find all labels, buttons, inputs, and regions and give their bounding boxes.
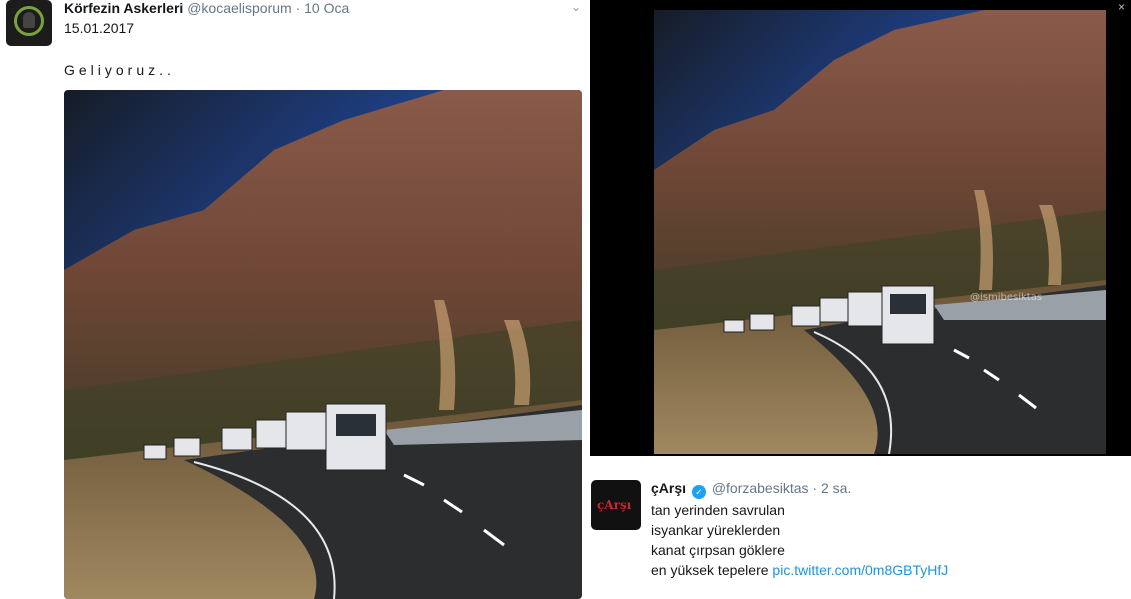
avatar-logo-text: çArşı [597,498,632,512]
tweet-text: Geliyoruz.. [64,62,175,78]
tweet-line: en yüksek tepelere pic.twitter.com/0m8GB… [651,560,948,580]
tweet-photo-link[interactable]: pic.twitter.com/0m8GBTyHfJ [772,562,948,578]
verified-badge-icon: ✓ [691,485,706,499]
avatar[interactable] [6,0,52,46]
close-icon[interactable]: × [1118,0,1125,14]
tweet-line: kanat çırpsan göklere [651,542,785,558]
bus-convoy-photo-cropped[interactable] [654,10,1106,454]
tweet-photo[interactable] [64,90,582,599]
tweet-header: çArşı ✓ @forzabesiktas · 2 sa. [651,480,852,499]
tweet-line-text: en yüksek tepelere [651,562,769,578]
image-lightbox: × @ismibesiktas [590,0,1131,456]
watermark-text: @ismibesiktas [970,292,1043,303]
tweet-time[interactable]: 2 sa. [821,480,851,496]
tweet-time[interactable]: 10 Oca [304,0,349,16]
chevron-down-icon[interactable]: ⌄ [571,0,581,14]
tweet-line: isyankar yüreklerden [651,522,781,538]
bus-convoy-photo [64,90,582,599]
author-name[interactable]: çArşı [651,480,686,496]
tweet-line: tan yerinden savrulan [651,502,785,518]
tweet-date-text: 15.01.2017 [64,20,135,36]
author-name[interactable]: Körfezin Askerleri [64,0,183,16]
author-handle[interactable]: @forzabesiktas [712,480,809,496]
avatar-figure [23,12,35,28]
tweet-text: tan yerinden savrulan isyankar yüreklerd… [651,500,948,580]
avatar[interactable]: çArşı [591,480,641,530]
tweet-header: Körfezin Askerleri @kocaelisporum · 10 O… [64,0,350,16]
author-handle[interactable]: @kocaelisporum [187,0,291,16]
left-tweet: Körfezin Askerleri @kocaelisporum · 10 O… [0,0,590,599]
